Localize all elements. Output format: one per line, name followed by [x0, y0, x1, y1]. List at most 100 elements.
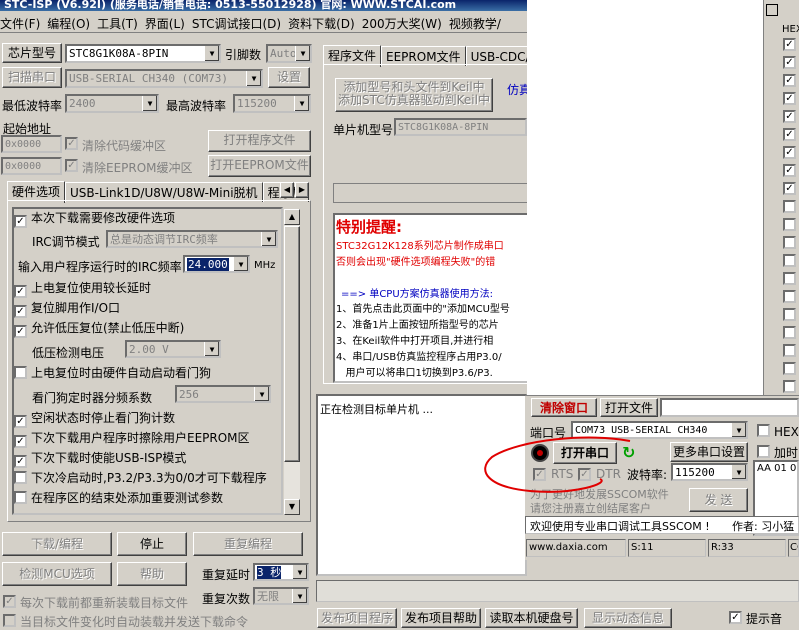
tab-usb-link[interactable]: USB-Link1D/U8W/U8W-Mini脱机: [65, 182, 263, 202]
min-baud-select[interactable]: 2400 ▼: [65, 94, 159, 113]
chevron-down-icon[interactable]: ▼: [295, 46, 310, 61]
multi-send-checkbox[interactable]: ✓: [783, 128, 796, 141]
publish-help-button[interactable]: 发布项目帮助: [401, 608, 481, 628]
add-time-checkbox[interactable]: [757, 445, 770, 458]
send-button[interactable]: 发 送: [689, 488, 748, 512]
chevron-down-icon[interactable]: ▼: [142, 96, 157, 111]
menu-video[interactable]: 视频教学/: [449, 12, 508, 32]
clear-window-button[interactable]: 清除窗口: [531, 398, 597, 417]
menu-interface[interactable]: 界面(L): [145, 12, 192, 32]
multi-send-checkbox[interactable]: [783, 236, 796, 249]
clear-code-checkbox[interactable]: ✓: [65, 137, 78, 150]
multi-send-checkbox[interactable]: [783, 380, 796, 393]
option-reset-io[interactable]: ✓ 复位脚用作I/O口: [14, 299, 120, 319]
multi-send-checkbox[interactable]: [783, 272, 796, 285]
publish-program-button[interactable]: 发布项目程序: [317, 608, 397, 628]
option-checkbox[interactable]: ✓: [14, 455, 27, 468]
chevron-down-icon[interactable]: ▼: [204, 342, 219, 356]
tab-scroll-left-icon[interactable]: ◀: [280, 182, 294, 198]
menu-file[interactable]: 文件(F): [0, 12, 47, 32]
multi-send-checkbox[interactable]: [783, 254, 796, 267]
multi-send-checkbox[interactable]: [783, 290, 796, 303]
menu-download[interactable]: 资料下载(D): [288, 12, 362, 32]
irc-mode-select[interactable]: 总是动态调节IRC频率 ▼: [106, 230, 278, 248]
scroll-down-icon[interactable]: ▼: [284, 499, 300, 515]
repeat-delay-select[interactable]: 3 秒 ▼: [253, 563, 309, 581]
multi-send-checkbox[interactable]: ✓: [783, 74, 796, 87]
lvd-select[interactable]: 2.00 V ▼: [125, 340, 221, 358]
reprogram-button[interactable]: 重复编程: [193, 532, 303, 556]
open-eeprom-button[interactable]: 打开EEPROM文件: [208, 155, 311, 177]
stop-button[interactable]: 停止: [117, 532, 187, 556]
option-checkbox[interactable]: ✓: [14, 285, 27, 298]
option-checkbox[interactable]: ✓: [14, 325, 27, 338]
multi-send-checkbox[interactable]: ✓: [783, 56, 796, 69]
option-checkbox[interactable]: [14, 491, 27, 504]
address-2-field[interactable]: 0x0000: [1, 157, 62, 175]
multi-send-checkbox[interactable]: ✓: [783, 38, 796, 51]
chevron-down-icon[interactable]: ▼: [294, 96, 309, 111]
hex-display-checkbox[interactable]: [757, 424, 770, 437]
multi-send-checkbox[interactable]: ✓: [783, 146, 796, 159]
chevron-down-icon[interactable]: ▼: [292, 565, 307, 579]
help-button[interactable]: 帮助: [117, 562, 187, 586]
repeat-count-select[interactable]: 无限 ▼: [253, 587, 309, 605]
option-p32-p33[interactable]: 下次冷启动时,P3.2/P3.3为0/0才可下载程序: [14, 469, 267, 489]
option-watchdog-auto[interactable]: 上电复位时由硬件自动启动看门狗: [14, 364, 211, 384]
pin-count-select[interactable]: Auto ▼: [266, 44, 312, 63]
max-baud-select[interactable]: 115200 ▼: [233, 94, 311, 113]
option-low-voltage-reset[interactable]: ✓ 允许低压复位(禁止低压中断): [14, 319, 184, 339]
chevron-down-icon[interactable]: ▼: [731, 423, 746, 437]
chevron-down-icon[interactable]: ▼: [233, 257, 248, 271]
clear-eeprom-checkbox[interactable]: ✓: [65, 159, 78, 172]
tab-scroll-right-icon[interactable]: ▶: [295, 182, 309, 198]
settings-button[interactable]: 设置: [268, 67, 310, 88]
menu-tools[interactable]: 工具(T): [97, 12, 145, 32]
chevron-down-icon[interactable]: ▼: [292, 589, 307, 603]
mcu-model-select[interactable]: STC8G1K08A-8PIN: [394, 118, 527, 136]
menu-prize[interactable]: 200万大奖(W): [362, 12, 449, 32]
chevron-down-icon[interactable]: ▼: [204, 46, 219, 61]
multi-send-checkbox[interactable]: ✓: [783, 182, 796, 195]
multi-send-checkbox[interactable]: [783, 218, 796, 231]
detect-mcu-button[interactable]: 检测MCU选项: [2, 562, 112, 586]
multi-send-checkbox[interactable]: [783, 326, 796, 339]
chevron-down-icon[interactable]: ▼: [731, 465, 746, 479]
horizontal-scrollbar[interactable]: [316, 580, 799, 602]
address-1-field[interactable]: 0x0000: [1, 135, 62, 153]
chevron-down-icon[interactable]: ▼: [254, 387, 269, 401]
option-checkbox[interactable]: ✓: [14, 435, 27, 448]
multi-send-checkbox[interactable]: ✓: [783, 164, 796, 177]
file-path-field[interactable]: [660, 398, 799, 417]
option-checkbox[interactable]: ✓: [14, 305, 27, 318]
open-file-button[interactable]: 打开文件: [600, 398, 658, 417]
baud-select[interactable]: 115200 ▼: [671, 463, 748, 481]
option-checkbox[interactable]: [14, 471, 27, 484]
option-long-delay[interactable]: ✓ 上电复位使用较长延时: [14, 279, 151, 299]
read-disk-id-button[interactable]: 读取本机硬盘号: [485, 608, 578, 628]
chevron-down-icon[interactable]: ▼: [246, 71, 261, 86]
menu-program[interactable]: 编程(O): [47, 12, 97, 32]
option-checkbox[interactable]: ✓: [14, 415, 27, 428]
show-dynamic-info-button[interactable]: 显示动态信息: [584, 608, 672, 628]
more-settings-button[interactable]: 更多串口设置: [670, 442, 748, 462]
multi-send-checkbox[interactable]: [783, 200, 796, 213]
wdt-select[interactable]: 256 ▼: [175, 385, 271, 403]
option-usb-isp[interactable]: ✓ 下次下载时使能USB-ISP模式: [14, 449, 186, 469]
prompt-sound-checkbox[interactable]: ✓: [729, 611, 742, 624]
option-modify-hardware[interactable]: ✓ 本次下载需要修改硬件选项: [14, 209, 175, 229]
auto-load-checkbox[interactable]: [3, 614, 16, 627]
multi-send-checkbox[interactable]: [783, 344, 796, 357]
option-erase-eeprom[interactable]: ✓ 下次下载用户程序时擦除用户EEPROM区: [14, 429, 250, 449]
irc-freq-select[interactable]: 24.000 ▼: [183, 255, 250, 273]
chevron-down-icon[interactable]: ▼: [261, 232, 276, 246]
options-scroll-thumb[interactable]: [284, 226, 300, 462]
multi-send-checkbox[interactable]: ✓: [783, 92, 796, 105]
option-idle-stop-wdt[interactable]: ✓ 空闲状态时停止看门狗计数: [14, 409, 175, 429]
option-test-params[interactable]: 在程序区的结束处添加重要测试参数: [14, 489, 223, 509]
tab-eeprom-file[interactable]: EEPROM文件: [381, 46, 466, 66]
option-checkbox[interactable]: ✓: [14, 215, 27, 228]
scan-port-button[interactable]: 扫描串口: [2, 67, 62, 88]
option-checkbox[interactable]: [14, 366, 27, 379]
sscom-receive-area[interactable]: [527, 0, 763, 398]
